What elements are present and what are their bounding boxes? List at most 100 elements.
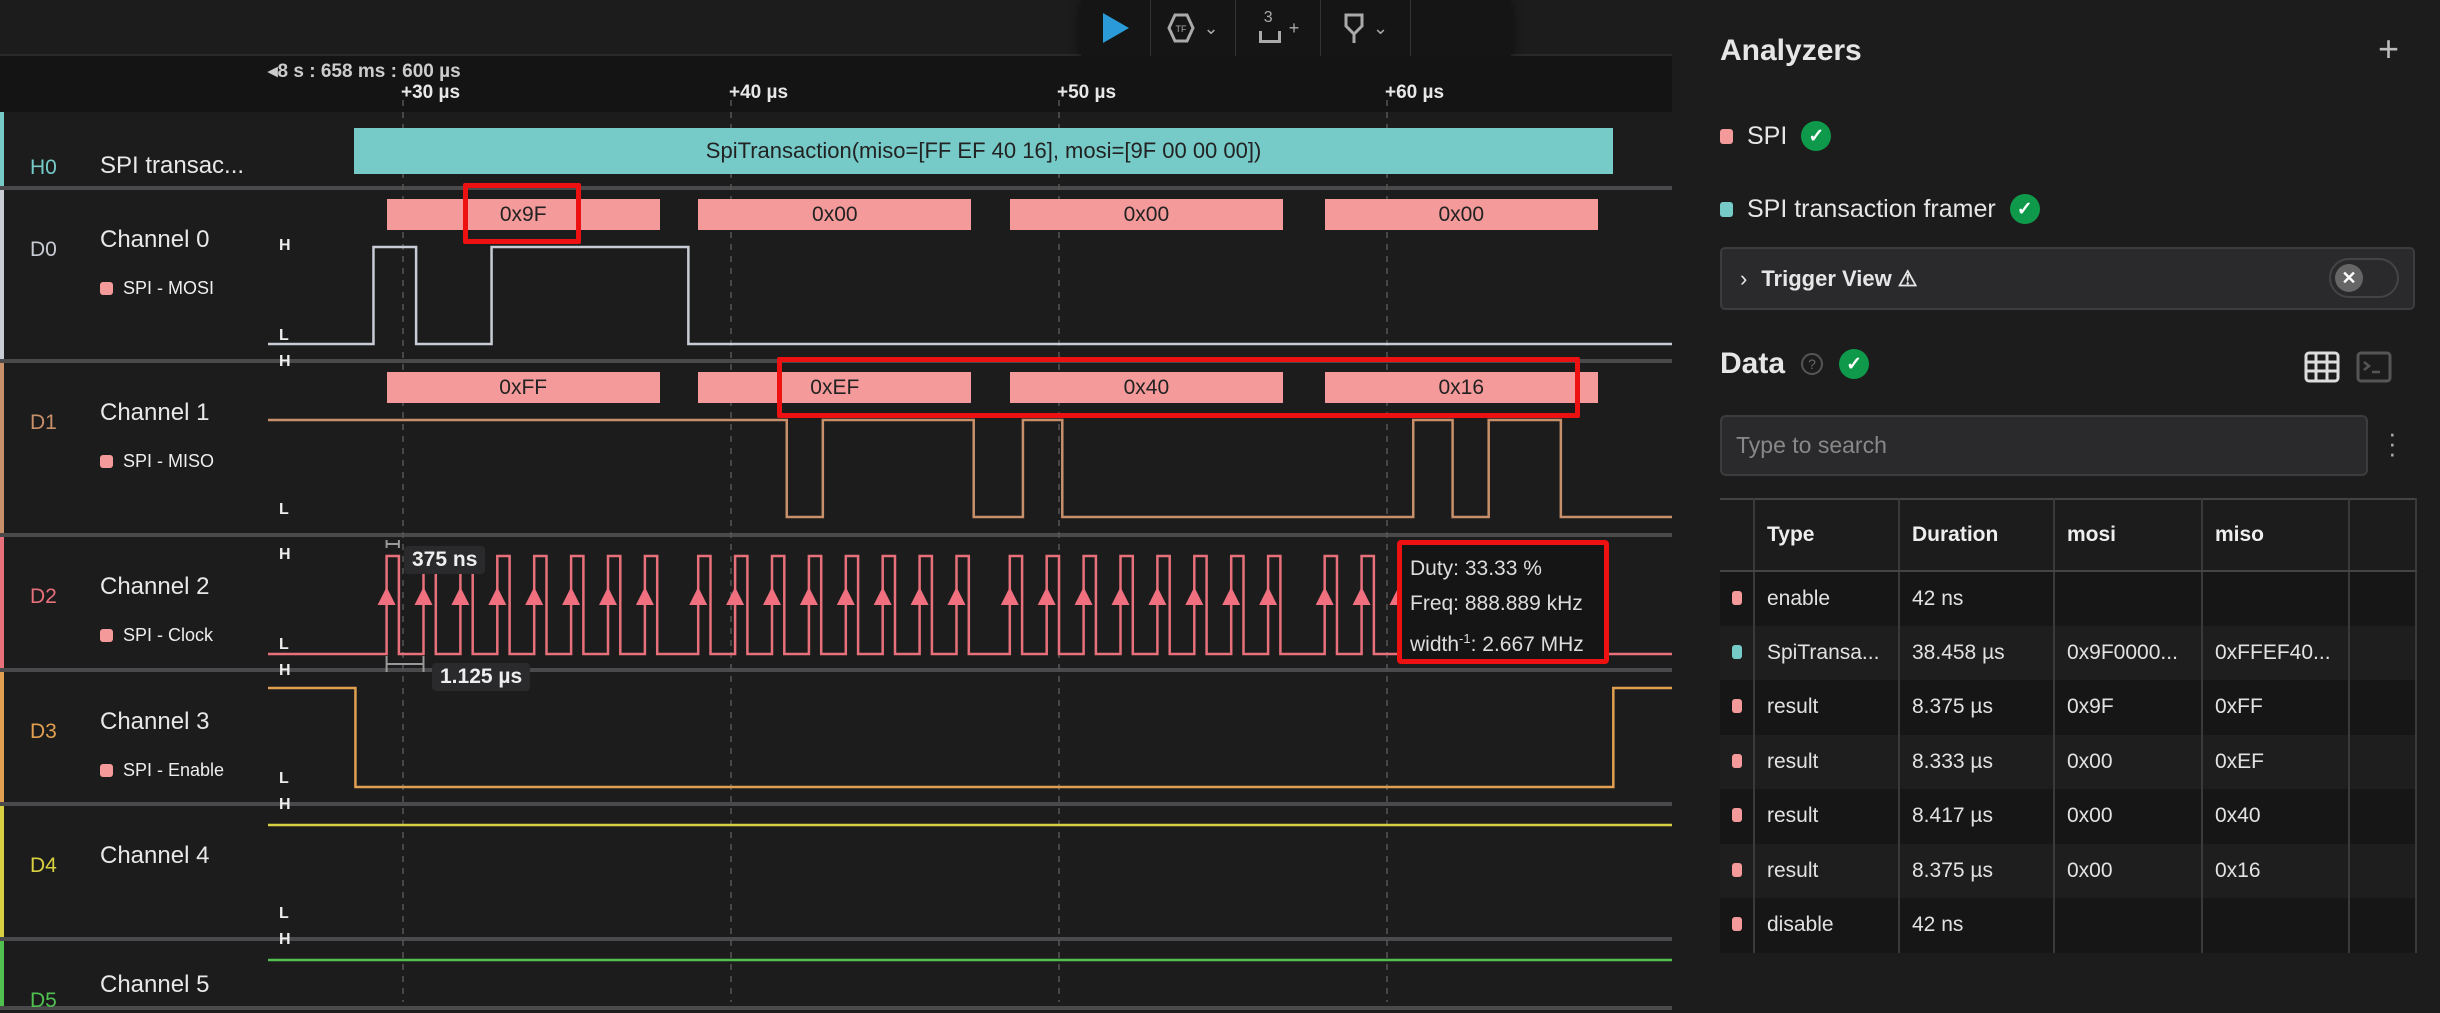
column-header-duration[interactable]: Duration <box>1899 498 2055 572</box>
channel-id: D2 <box>30 585 57 608</box>
channel-name[interactable]: Channel 3 <box>100 708 209 736</box>
cell-mosi: 0x00 <box>2054 734 2203 789</box>
high-level-label: H <box>279 662 291 679</box>
high-level-label: H <box>279 796 291 813</box>
channel-color-strip <box>0 190 4 359</box>
channel-color-strip <box>0 672 4 802</box>
channel-name[interactable]: Channel 2 <box>100 573 209 601</box>
cell-duration: 42 ns <box>1899 898 2055 953</box>
column-header-miso[interactable]: miso <box>2202 498 2350 572</box>
high-level-label: H <box>279 546 291 563</box>
column-header-spacer <box>2349 498 2417 572</box>
side-panel: Analyzers + SPI ✓ SPI transaction framer ✓ … <box>1672 0 2440 1002</box>
analyzer-name: SPI - MISO <box>123 451 215 471</box>
channel-row-d3[interactable]: D3 Channel 3 SPI - Enable <box>0 672 1672 806</box>
time-ruler[interactable]: ◂8 s : 658 ms : 600 µs +30 µs +40 µs +50 µ… <box>0 56 1672 112</box>
tick-label: +30 µs <box>401 82 461 103</box>
low-level-label: L <box>279 636 289 653</box>
period-measurement: 1.125 µs <box>432 663 531 691</box>
color-column-header <box>1720 498 1755 572</box>
cell-miso: 0x40 <box>2202 789 2350 844</box>
table-row[interactable]: SpiTransa... 38.458 µs 0x9F0000... 0xFFEF40… <box>1720 625 2417 680</box>
analyzers-title: Analyzers <box>1720 34 1862 67</box>
terminal-icon[interactable] <box>2356 351 2392 383</box>
tick-label: +50 µs <box>1057 82 1117 103</box>
low-level-label: L <box>279 501 289 518</box>
channel-name[interactable]: Channel 5 <box>100 971 209 999</box>
analyzer-item[interactable]: SPI ✓ <box>1720 121 1832 151</box>
trigger-view-toggle[interactable]: ✕ <box>2329 258 2399 298</box>
table-row[interactable]: result 8.375 µs 0x9F 0xFF <box>1720 680 2417 735</box>
trigger-view-section[interactable]: › Trigger View ⚠ ✕ <box>1720 247 2415 310</box>
column-header-type[interactable]: Type <box>1754 498 1900 572</box>
cell-type: disable <box>1754 898 1900 953</box>
table-row[interactable]: enable 42 ns <box>1720 571 2417 626</box>
channel-id: H0 <box>30 156 57 179</box>
column-header-mosi[interactable]: mosi <box>2054 498 2203 572</box>
status-ok-icon: ✓ <box>2009 194 2040 224</box>
low-level-label: L <box>279 770 289 787</box>
capture-toolbar: TF ⌄ 3 + ⌄ <box>1081 0 1511 56</box>
chevron-right-icon: › <box>1740 265 1748 291</box>
add-analyzer-button[interactable]: + <box>2378 28 2399 70</box>
table-row[interactable]: disable 42 ns <box>1720 898 2417 953</box>
channel-name[interactable]: Channel 4 <box>100 842 209 870</box>
cell-spacer <box>2349 734 2417 789</box>
width-inverse-value: width-1: 2.667 MHz <box>1410 621 1596 662</box>
warning-icon: ⚠ <box>1897 265 1918 291</box>
data-search-input[interactable] <box>1720 415 2368 476</box>
channel-analyzer-label: SPI - MOSI <box>100 278 214 299</box>
width-label: width <box>1410 633 1460 656</box>
channel-row-d4[interactable]: D4 Channel 4 <box>0 806 1672 941</box>
analyzer-color-swatch <box>100 455 113 468</box>
analyzer-item[interactable]: SPI transaction framer ✓ <box>1720 194 2040 224</box>
table-row[interactable]: result 8.333 µs 0x00 0xEF <box>1720 734 2417 789</box>
table-row[interactable]: result 8.375 µs 0x00 0x16 <box>1720 843 2417 898</box>
cell-type: result <box>1754 680 1900 735</box>
channel-id: D1 <box>30 411 57 434</box>
table-view-icon[interactable] <box>2304 351 2340 383</box>
analyzer-color-swatch <box>1720 128 1733 144</box>
miso-byte-frame[interactable]: 0xFF <box>386 372 660 403</box>
marker-button[interactable]: ⌄ <box>1321 0 1411 56</box>
trigger-view-label: Trigger View <box>1761 265 1892 291</box>
cell-miso: 0xFF <box>2202 680 2350 735</box>
mosi-byte-frame[interactable]: 0x00 <box>1009 199 1284 230</box>
table-row[interactable]: result 8.417 µs 0x00 0x40 <box>1720 789 2417 844</box>
channel-name[interactable]: Channel 0 <box>100 226 209 254</box>
trigger-icon: TF <box>1167 13 1196 43</box>
cell-spacer <box>2349 680 2417 735</box>
close-icon: ✕ <box>2335 264 2363 292</box>
help-icon[interactable]: ? <box>1801 353 1824 375</box>
row-color-cell <box>1720 898 1755 953</box>
add-measurement-button[interactable]: 3 + <box>1236 0 1321 56</box>
trigger-mode-button[interactable]: TF ⌄ <box>1151 0 1236 56</box>
cell-duration: 8.333 µs <box>1899 734 2055 789</box>
origin-time: 8 s : 658 ms : 600 µs <box>277 61 461 82</box>
analyzer-name: SPI <box>1747 121 1788 150</box>
channel-row-d5[interactable]: D5 Channel 5 <box>0 941 1672 1012</box>
row-color-swatch <box>1732 644 1742 659</box>
cell-spacer <box>2349 625 2417 680</box>
start-capture-button[interactable] <box>1081 0 1151 56</box>
data-header: Data ? ✓ <box>1720 347 1870 381</box>
channel-name[interactable]: Channel 1 <box>100 399 209 427</box>
channel-name[interactable]: SPI transac... <box>100 152 244 180</box>
cell-miso: 0xEF <box>2202 734 2350 789</box>
cell-miso <box>2202 898 2350 953</box>
cell-spacer <box>2349 789 2417 844</box>
low-level-label: L <box>279 905 289 922</box>
status-ok-icon: ✓ <box>1839 349 1870 379</box>
channel-color-strip <box>0 363 4 533</box>
channel-id: D3 <box>30 720 57 743</box>
cell-mosi: 0x9F0000... <box>2054 625 2203 680</box>
duty-value: Duty: 33.33 % <box>1410 557 1542 580</box>
transaction-frame[interactable]: SpiTransaction(miso=[FF EF 40 16], mosi=… <box>353 128 1614 174</box>
plus-icon: + <box>1288 17 1300 38</box>
mosi-byte-frame[interactable]: 0x00 <box>1324 199 1598 230</box>
more-options-icon[interactable]: · · · <box>2388 420 2397 466</box>
channel-id: D5 <box>30 989 57 1012</box>
row-color-swatch <box>1732 808 1742 823</box>
cell-duration: 8.375 µs <box>1899 843 2055 898</box>
mosi-byte-frame[interactable]: 0x00 <box>698 199 972 230</box>
